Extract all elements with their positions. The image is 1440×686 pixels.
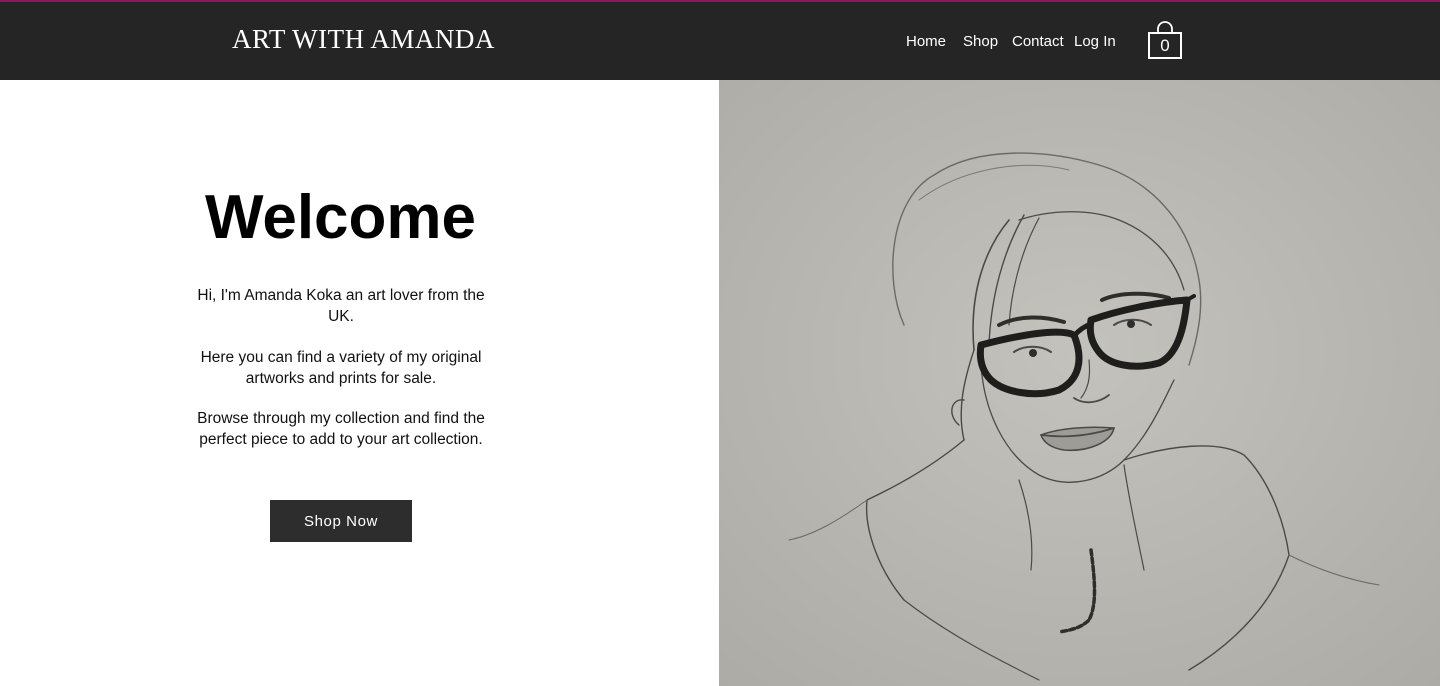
cart-button[interactable]: 0	[1147, 20, 1183, 60]
portrait-sketch	[719, 80, 1440, 686]
nav-shop[interactable]: Shop	[963, 33, 998, 50]
cart-count: 0	[1160, 36, 1170, 55]
hero-text-panel: Welcome Hi, I'm Amanda Koka an art lover…	[0, 80, 719, 686]
nav-home[interactable]: Home	[906, 33, 946, 50]
site-header: ART WITH AMANDA Home Shop Contact Log In…	[0, 2, 1440, 80]
hero-artwork-image	[719, 80, 1440, 686]
hero-intro-text: Hi, I'm Amanda Koka an art lover from th…	[197, 287, 485, 325]
hero-browse-text: Browse through my collection and find th…	[197, 410, 485, 448]
shop-now-button[interactable]: Shop Now	[270, 500, 412, 542]
site-logo-text[interactable]: ART WITH AMANDA	[232, 24, 495, 55]
nav-login[interactable]: Log In	[1074, 33, 1116, 50]
hero-title: Welcome	[204, 183, 477, 252]
hero-description-text: Here you can find a variety of my origin…	[200, 349, 482, 387]
nav-contact[interactable]: Contact	[1012, 33, 1064, 50]
